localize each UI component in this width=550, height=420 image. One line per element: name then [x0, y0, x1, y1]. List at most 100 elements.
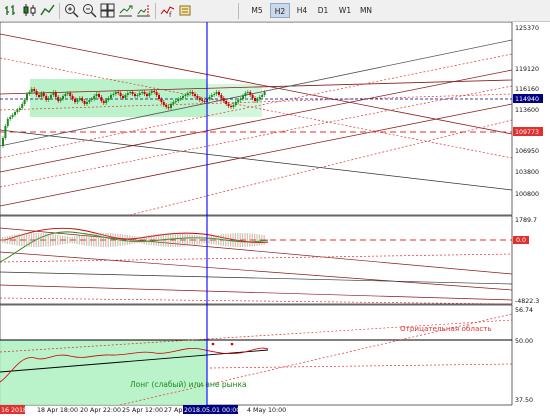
- histogram-bar: [42, 233, 44, 247]
- candle-body: [263, 92, 266, 95]
- autoscroll-icon[interactable]: [118, 3, 133, 18]
- candle-body: [249, 92, 252, 95]
- histogram-bar: [256, 234, 258, 246]
- candle-body: [2, 138, 4, 146]
- candle-body: [64, 94, 67, 96]
- candle-body: [35, 91, 38, 95]
- histogram-bar: [246, 233, 248, 247]
- candle-body: [155, 92, 158, 95]
- histogram-bar: [57, 234, 59, 246]
- candle-body: [30, 89, 33, 92]
- indicators-icon[interactable]: f: [160, 3, 175, 19]
- histogram-bar: [218, 234, 220, 246]
- tile-windows-icon[interactable]: [100, 3, 115, 18]
- time-label: 16 2018: [1, 407, 27, 414]
- candle-body: [112, 94, 115, 95]
- candle-body: [16, 110, 19, 112]
- candle-body: [160, 99, 163, 102]
- chart-shift-icon[interactable]: [136, 3, 151, 18]
- candle-body: [153, 91, 156, 92]
- histogram-bar: [50, 233, 52, 247]
- templates-icon[interactable]: [178, 3, 193, 18]
- candle-body: [38, 95, 40, 97]
- candle-body: [208, 97, 211, 99]
- candle-body: [246, 92, 249, 93]
- histogram-bar: [93, 233, 95, 247]
- candle-body: [232, 105, 235, 107]
- histogram-bar: [69, 236, 71, 244]
- price-tick: 116160: [515, 86, 539, 93]
- candle-body: [210, 95, 213, 97]
- histogram-bar: [52, 234, 54, 246]
- chart-area[interactable]: 125370 119120 116160 113600 106950 10380…: [0, 22, 550, 420]
- candle-body: [203, 101, 206, 102]
- histogram-bar: [194, 234, 196, 246]
- histogram-bar: [261, 234, 263, 246]
- timeframe-d1-button[interactable]: D1: [314, 3, 332, 18]
- histogram-bar: [105, 233, 107, 247]
- candle-body: [143, 92, 146, 94]
- histogram-bar: [170, 233, 172, 247]
- histogram-bar: [124, 234, 126, 246]
- candle-body: [131, 92, 134, 94]
- candle-body: [40, 93, 43, 97]
- candle-body: [170, 104, 172, 108]
- histogram-bar: [182, 233, 184, 247]
- osc2-tick-bottom: 37.50: [515, 397, 533, 404]
- candle-body: [158, 95, 160, 99]
- candle-body: [194, 94, 196, 96]
- candle-body: [182, 96, 184, 98]
- zoom-in-icon[interactable]: [64, 3, 79, 18]
- histogram-bar: [40, 233, 42, 247]
- histogram-bar: [162, 233, 164, 247]
- histogram-bar: [4, 236, 6, 244]
- price-tick: 125370: [515, 25, 539, 32]
- candle-body: [148, 93, 151, 96]
- histogram-bar: [138, 236, 140, 244]
- histogram-bar: [117, 233, 119, 247]
- timeframe-h2-button[interactable]: H2: [270, 3, 290, 18]
- candlestick-icon[interactable]: [22, 3, 37, 18]
- timeframe-m5-button[interactable]: M5: [248, 3, 266, 18]
- osc2-signal-dot: [211, 342, 215, 346]
- histogram-bar: [119, 234, 121, 246]
- histogram-bar: [254, 233, 256, 247]
- histogram-bar: [222, 234, 224, 246]
- histogram-bar: [251, 233, 253, 247]
- line-chart-icon[interactable]: [40, 3, 55, 18]
- histogram-bar: [191, 234, 193, 246]
- zoom-out-icon[interactable]: [82, 3, 97, 18]
- candle-body: [50, 95, 52, 98]
- histogram-bar: [220, 234, 222, 246]
- histogram-bar: [26, 233, 28, 247]
- candle-body: [189, 92, 192, 93]
- annotation-negative-area: Отрицательная область: [400, 324, 492, 333]
- histogram-bar: [35, 233, 37, 247]
- histogram-bar: [107, 233, 109, 247]
- histogram-bar: [237, 233, 239, 247]
- candle-body: [74, 99, 76, 102]
- price-axis: 125370 119120 116160 113600 106950 10380…: [513, 25, 543, 198]
- candle-body: [244, 93, 247, 96]
- candle-body: [239, 99, 242, 100]
- histogram-bar: [112, 233, 114, 247]
- histogram-bar: [225, 233, 227, 247]
- histogram-bar: [177, 233, 179, 247]
- histogram-bar: [186, 233, 188, 247]
- histogram-bar: [258, 234, 260, 246]
- histogram-bar: [88, 233, 90, 247]
- histogram-bar: [230, 233, 232, 247]
- histogram-bar: [201, 236, 203, 244]
- histogram-bar: [33, 233, 35, 247]
- candle-body: [213, 94, 216, 95]
- histogram-bar: [153, 234, 155, 246]
- annotation-long-weak: Лонг (слабый) или вне рынка: [130, 380, 247, 389]
- bar-chart-icon[interactable]: [4, 3, 19, 18]
- histogram-bar: [184, 233, 186, 247]
- histogram-bar: [196, 235, 198, 245]
- osc2-signal-dot: [230, 342, 234, 346]
- timeframe-mn-button[interactable]: MN: [357, 3, 375, 18]
- timeframe-h4-button[interactable]: H4: [293, 3, 311, 18]
- candle-body: [237, 100, 240, 102]
- timeframe-w1-button[interactable]: W1: [336, 3, 354, 18]
